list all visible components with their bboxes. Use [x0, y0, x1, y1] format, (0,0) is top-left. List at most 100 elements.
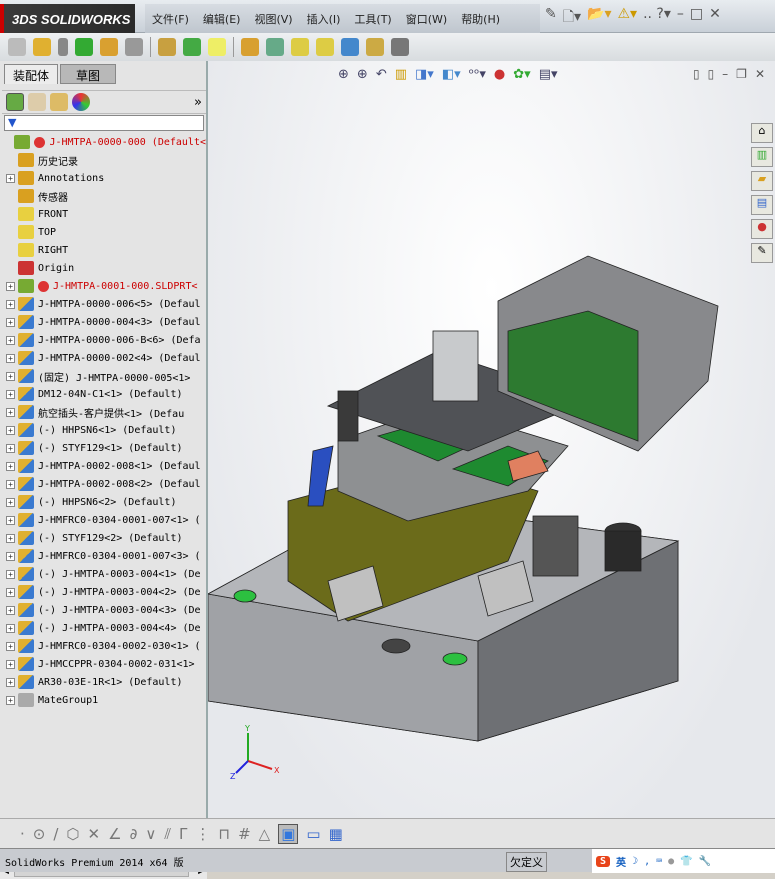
construction-icon[interactable]: ⋮: [195, 825, 210, 843]
tree-item[interactable]: + AR30-03E-1R<1> (Default): [0, 673, 206, 691]
rebuild-warning-icon[interactable]: ⚠▾: [618, 6, 638, 30]
expand-icon[interactable]: +: [6, 461, 15, 471]
polygon-icon[interactable]: ⬡: [66, 825, 79, 843]
mate-icon[interactable]: [58, 38, 68, 56]
property-manager-icon[interactable]: [28, 93, 46, 111]
new-motion-study-icon[interactable]: [241, 38, 259, 56]
expand-icon[interactable]: +: [6, 353, 15, 363]
point-icon[interactable]: ·: [20, 825, 25, 843]
relation-icon[interactable]: △: [259, 825, 271, 843]
menu-item[interactable]: 视图(V): [247, 11, 299, 27]
menu-item[interactable]: 帮助(H): [454, 11, 507, 27]
tree-item[interactable]: FRONT: [0, 205, 206, 223]
feature-manager-icon[interactable]: [6, 93, 24, 111]
ime-language[interactable]: 英: [616, 854, 626, 869]
tree-item[interactable]: J-HMTPA-0000-000 (Default<: [0, 133, 206, 151]
tab-sketch[interactable]: 草图: [60, 64, 116, 84]
tree-item[interactable]: + (-) STYF129<1> (Default): [0, 439, 206, 457]
tree-item[interactable]: + J-HMFRC0-0304-0001-007<3> (: [0, 547, 206, 565]
dimension-icon[interactable]: ⊓: [218, 825, 230, 843]
linear-pattern-icon[interactable]: [75, 38, 93, 56]
close-icon[interactable]: ✕: [709, 6, 721, 30]
tree-item[interactable]: + DM12-04N-C1<1> (Default): [0, 385, 206, 403]
trim-icon[interactable]: ✕: [88, 825, 101, 843]
keyboard-icon[interactable]: ⌨: [656, 856, 662, 867]
tree-item[interactable]: + J-HMTPA-0001-000.SLDPRT<: [0, 277, 206, 295]
open-icon[interactable]: 📂▾: [587, 6, 611, 30]
expand-icon[interactable]: +: [6, 605, 15, 615]
expand-icon[interactable]: +: [6, 371, 15, 381]
expand-icon[interactable]: +: [6, 569, 15, 579]
chamfer-icon[interactable]: ∨: [145, 825, 156, 843]
tree-item[interactable]: + MateGroup1: [0, 691, 206, 709]
tree-item[interactable]: + J-HMCCPPR-0304-0002-031<1>: [0, 655, 206, 673]
expand-icon[interactable]: +: [6, 533, 15, 543]
tree-item[interactable]: + (-) J-HMTPA-0003-004<2> (De: [0, 583, 206, 601]
configuration-manager-icon[interactable]: [50, 93, 68, 111]
help-icon[interactable]: .. ?▾: [643, 6, 671, 30]
tree-item[interactable]: + J-HMTPA-0000-002<4> (Defaul: [0, 349, 206, 367]
tree-item[interactable]: 历史记录: [0, 151, 206, 169]
move-component-icon[interactable]: [125, 38, 143, 56]
tree-item[interactable]: + 航空插头-客户提供<1> (Defau: [0, 403, 206, 421]
filter-input[interactable]: ▼: [4, 115, 204, 131]
tree-item[interactable]: + Annotations: [0, 169, 206, 187]
bill-of-materials-icon[interactable]: [266, 38, 284, 56]
expand-icon[interactable]: +: [6, 497, 15, 507]
expand-panel-icon[interactable]: »: [194, 95, 202, 110]
tree-item[interactable]: TOP: [0, 223, 206, 241]
graphics-area[interactable]: ⊕ ⊕ ↶ ▥ ◨▾ ◧▾ ᵒᵒ▾ ● ✿▾ ▤▾ ▯ ▯ – ❐ ✕ ⌂ ▥ …: [208, 61, 775, 818]
tree-item[interactable]: + J-HMTPA-0000-006<5> (Defaul: [0, 295, 206, 313]
menu-item[interactable]: 文件(F): [145, 11, 196, 27]
tree-item[interactable]: + (-) J-HMTPA-0003-004<1> (De: [0, 565, 206, 583]
tree-item[interactable]: + J-HMTPA-0000-004<3> (Defaul: [0, 313, 206, 331]
expand-icon[interactable]: +: [6, 677, 15, 687]
tree-item[interactable]: + J-HMTPA-0002-008<2> (Defaul: [0, 475, 206, 493]
four-view-icon[interactable]: ▦: [329, 825, 343, 843]
tree-item[interactable]: + J-HMTPA-0000-006-B<6> (Defa: [0, 331, 206, 349]
new-part-icon[interactable]: [33, 38, 51, 56]
maximize-icon[interactable]: □: [690, 6, 703, 30]
expand-icon[interactable]: +: [6, 695, 15, 705]
angle-icon[interactable]: ∠: [108, 825, 121, 843]
expand-icon[interactable]: +: [6, 551, 15, 561]
reference-geometry-icon[interactable]: [208, 38, 226, 56]
expand-icon[interactable]: +: [6, 587, 15, 597]
expand-icon[interactable]: +: [6, 641, 15, 651]
tree-item[interactable]: + J-HMFRC0-0304-0001-007<1> (: [0, 511, 206, 529]
tree-item[interactable]: Origin: [0, 259, 206, 277]
pin-icon[interactable]: ✎: [545, 6, 557, 30]
expand-icon[interactable]: +: [6, 281, 15, 291]
tree-item[interactable]: + (-) HHPSN6<2> (Default): [0, 493, 206, 511]
hole-alignment-icon[interactable]: [391, 38, 409, 56]
tab-assembly[interactable]: 装配体: [4, 64, 59, 84]
menu-item[interactable]: 窗口(W): [399, 11, 454, 27]
assembly-features-icon[interactable]: [183, 38, 201, 56]
tree-item[interactable]: + J-HMFRC0-0304-0002-030<1> (: [0, 637, 206, 655]
interference-detection-icon[interactable]: [341, 38, 359, 56]
settings-wrench-icon[interactable]: 🔧: [699, 856, 711, 867]
user-icon[interactable]: ●: [668, 856, 674, 867]
expand-icon[interactable]: +: [6, 425, 15, 435]
explode-line-sketch-icon[interactable]: [316, 38, 334, 56]
expand-icon[interactable]: +: [6, 407, 15, 417]
fillet-icon[interactable]: ∂: [130, 825, 138, 843]
menu-item[interactable]: 插入(I): [300, 11, 348, 27]
line-icon[interactable]: /: [53, 825, 58, 843]
expand-icon[interactable]: +: [6, 389, 15, 399]
sogou-logo-icon[interactable]: S: [596, 855, 611, 867]
tree-item[interactable]: + (固定) J-HMTPA-0000-005<1>: [0, 367, 206, 385]
new-document-icon[interactable]: 🗋▾: [563, 6, 581, 30]
minimize-icon[interactable]: –: [677, 6, 684, 30]
solidworks-logo[interactable]: 3DS SOLIDWORKS: [0, 4, 135, 33]
expand-icon[interactable]: +: [6, 173, 15, 183]
single-view-icon[interactable]: ▭: [306, 825, 320, 843]
display-manager-icon[interactable]: [72, 93, 90, 111]
grid-icon[interactable]: #: [238, 825, 251, 843]
tree-item[interactable]: 传感器: [0, 187, 206, 205]
punctuation-icon[interactable]: ,: [644, 856, 650, 867]
exploded-view-icon[interactable]: [291, 38, 309, 56]
offset-icon[interactable]: ⫽: [164, 825, 171, 843]
expand-icon[interactable]: +: [6, 317, 15, 327]
skin-icon[interactable]: 👕: [680, 856, 692, 867]
